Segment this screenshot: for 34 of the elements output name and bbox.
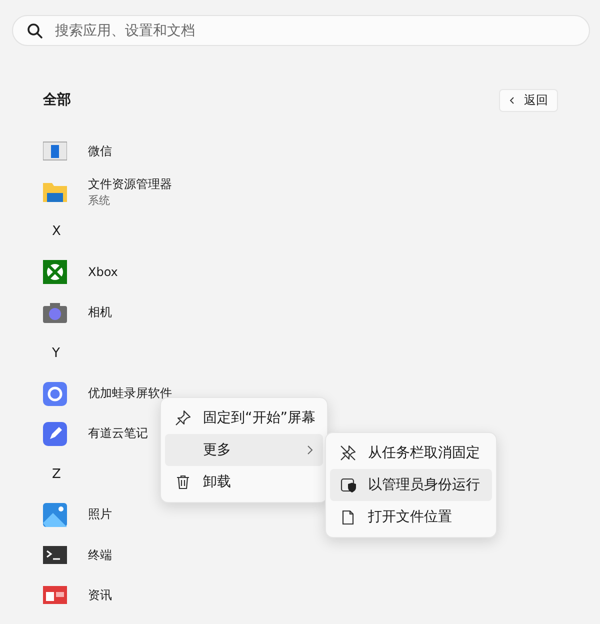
shield-icon xyxy=(340,477,356,493)
search-field[interactable]: 搜索应用、设置和文档 xyxy=(12,15,590,46)
letter-heading[interactable]: Z xyxy=(52,466,61,482)
menu-item[interactable]: 更多 xyxy=(165,434,323,466)
app-category: 系统 xyxy=(88,192,111,208)
app-name[interactable]: 优加蛙录屏软件 xyxy=(88,385,172,402)
menu-item[interactable]: 打开文件位置 xyxy=(330,501,492,533)
app-name[interactable]: 资讯 xyxy=(88,586,112,604)
app-name[interactable]: 照片 xyxy=(88,506,112,524)
app-name[interactable]: 有道云笔记 xyxy=(88,425,148,442)
menu-item[interactable]: 以管理员身份运行 xyxy=(330,469,492,501)
notebook-icon xyxy=(43,422,67,446)
app-name[interactable]: Xbox xyxy=(88,265,118,280)
file-icon xyxy=(340,509,356,525)
menu-item[interactable]: 从任务栏取消固定 xyxy=(330,437,492,469)
camera-icon xyxy=(43,300,67,325)
record-icon xyxy=(43,382,67,406)
letter-heading[interactable]: X xyxy=(52,224,61,240)
xbox-icon xyxy=(43,260,67,284)
trash-icon xyxy=(175,474,191,490)
chevron-left-icon xyxy=(509,96,515,104)
app-name[interactable]: 文件资源管理器 xyxy=(88,176,172,193)
app-name[interactable]: 终端 xyxy=(88,546,112,564)
menu-item[interactable]: 固定到“开始”屏幕 xyxy=(165,402,323,434)
back-button[interactable]: 返回 xyxy=(499,88,558,112)
letter-heading[interactable]: Y xyxy=(52,346,60,361)
pin-icon xyxy=(175,410,191,426)
menu-item[interactable]: 卸载 xyxy=(165,466,323,498)
photo-icon xyxy=(43,502,67,527)
app-name[interactable]: 相机 xyxy=(88,304,112,322)
unpin-icon xyxy=(340,445,356,461)
app-name[interactable]: 微信 xyxy=(88,142,112,160)
window-icon xyxy=(43,139,67,164)
section-title: 全部 xyxy=(43,91,71,109)
